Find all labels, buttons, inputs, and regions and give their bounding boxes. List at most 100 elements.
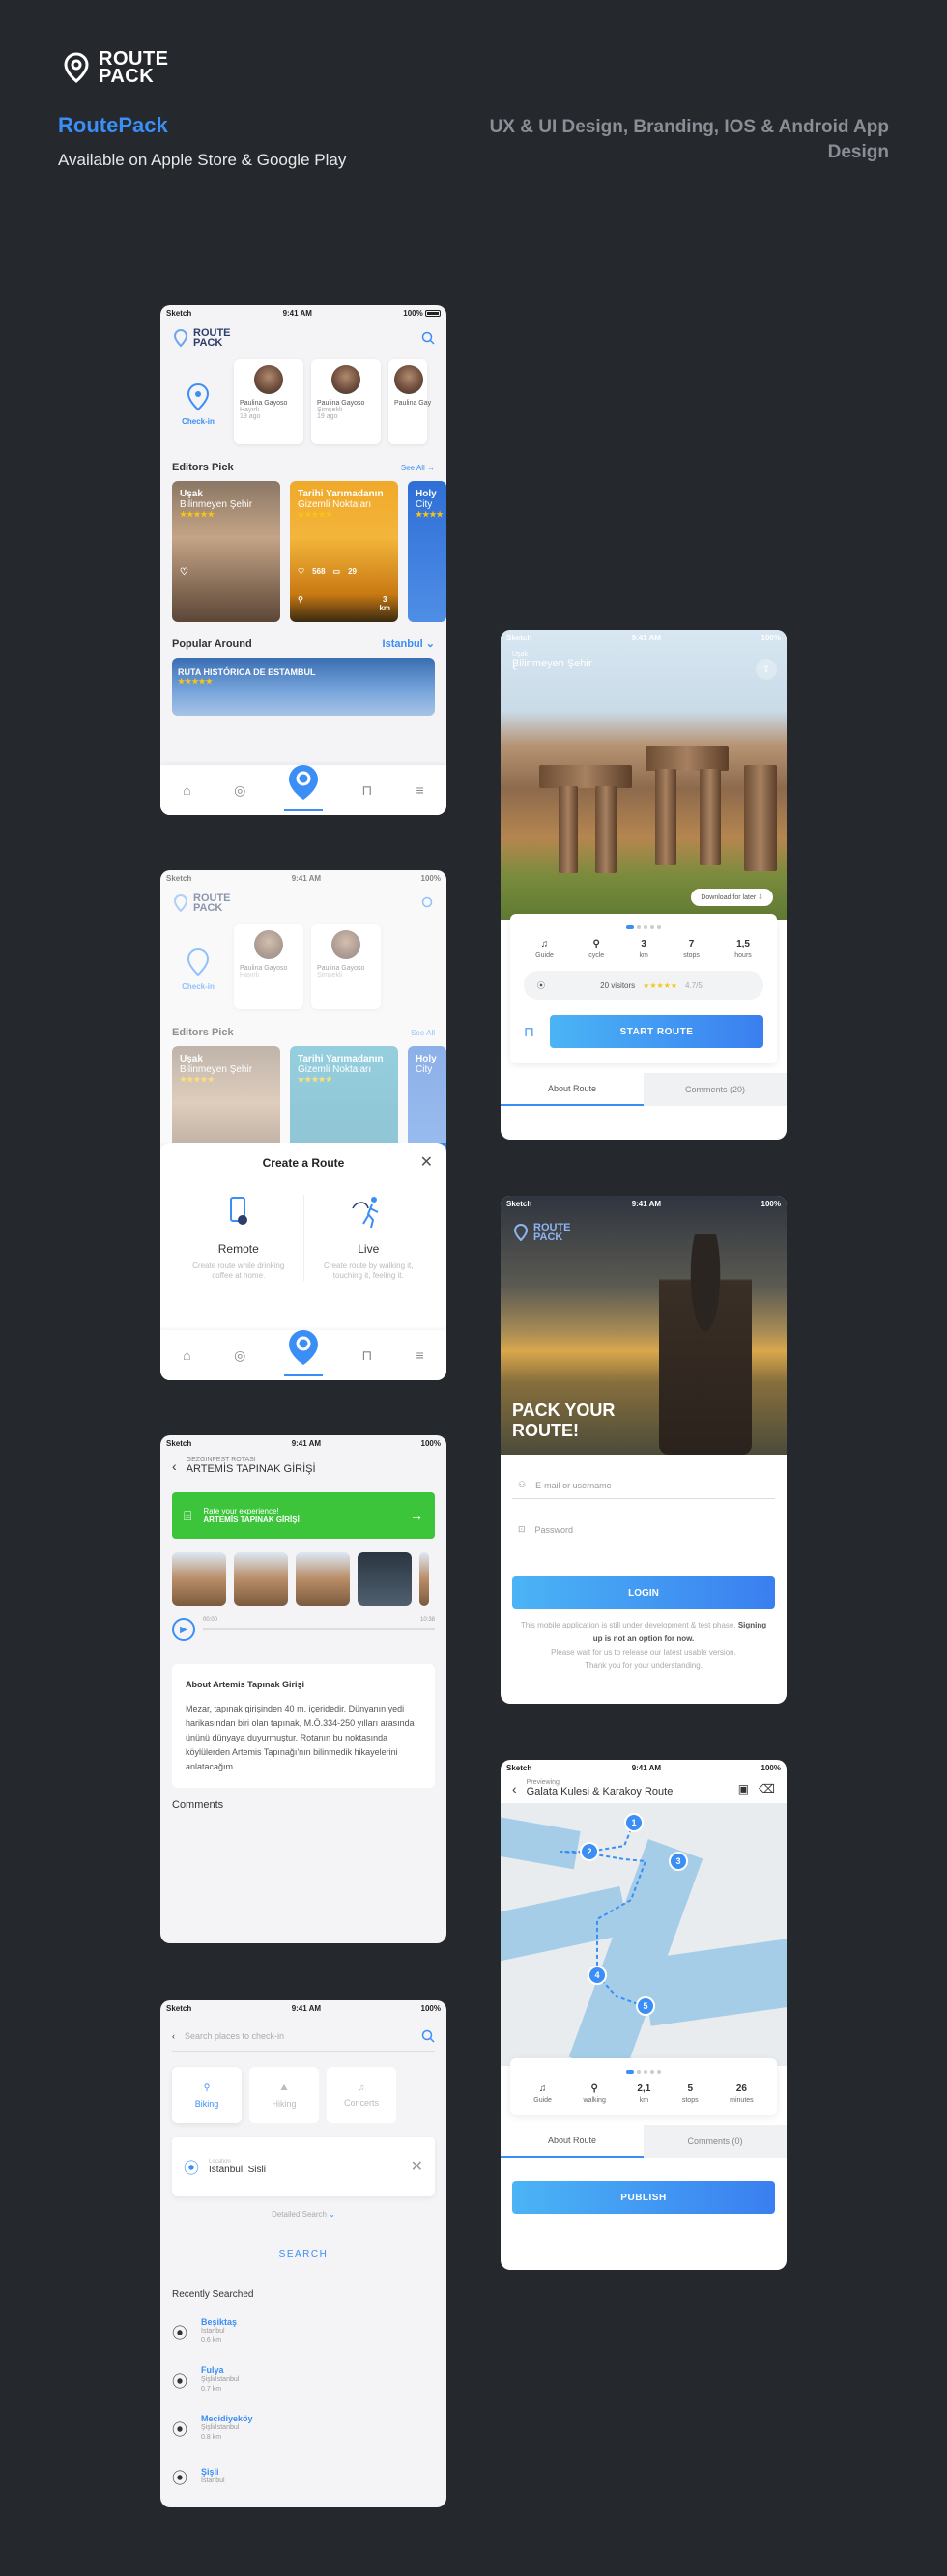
category-biking[interactable]: ⚲ Biking	[172, 2067, 242, 2123]
home-icon[interactable]: ⌂	[178, 781, 195, 799]
editor-card[interactable]: Uşak Bilinmeyen Şehir ★★★★★ ♡	[172, 481, 280, 622]
tab-comments[interactable]: Comments (0)	[644, 2125, 787, 2158]
back-arrow-icon[interactable]: ‹	[172, 1458, 177, 1474]
stat-label: Guide	[535, 952, 554, 959]
stat-label: stops	[683, 952, 700, 959]
download-button[interactable]: Download for later ⇩	[691, 889, 773, 906]
remote-option[interactable]: Remote Create route while drinking coffe…	[174, 1195, 303, 1281]
bookmark-icon[interactable]: ⊓	[524, 1024, 534, 1040]
back-arrow-icon[interactable]: ‹	[512, 1781, 517, 1797]
tab-comments[interactable]: Comments (20)	[644, 1073, 787, 1106]
category-concerts[interactable]: ♫ Concerts	[327, 2067, 396, 2123]
popular-card[interactable]: RUTA HISTÓRICA DE ESTAMBUL ★★★★★	[172, 658, 435, 716]
tab-about-route[interactable]: About Route	[501, 1073, 644, 1106]
see-all-link[interactable]: See All →	[401, 464, 435, 472]
editor-card[interactable]: Holy City ★★★★	[408, 481, 446, 622]
photo-thumb[interactable]	[234, 1552, 288, 1606]
bookmark-icon[interactable]: ⊓	[359, 781, 376, 799]
save-icon[interactable]: ▣	[738, 1782, 749, 1796]
download-icon: ⇩	[758, 894, 763, 901]
recent-name: Beşiktaş	[201, 2317, 238, 2327]
menu-icon[interactable]: ≡	[412, 1346, 429, 1364]
recent-item[interactable]: ⦿ Şişli İstanbul	[160, 2452, 446, 2501]
trash-icon[interactable]: ⌫	[759, 1782, 775, 1796]
create-route-icon[interactable]	[284, 1328, 323, 1367]
headphones-icon: ♫	[540, 939, 549, 949]
menu-icon[interactable]: ≡	[412, 781, 429, 799]
photo-thumb[interactable]	[419, 1552, 429, 1606]
clock: 9:41 AM	[631, 1763, 662, 1772]
close-icon[interactable]: ✕	[420, 1152, 433, 1172]
location-field[interactable]: ⦿ Location Istanbul, Sisli ✕	[172, 2137, 435, 2196]
tab-about-route[interactable]: About Route	[501, 2125, 644, 2158]
arrow-right-icon: →	[427, 463, 435, 472]
dim-overlay[interactable]	[160, 870, 446, 1143]
photo-thumb[interactable]	[172, 1552, 226, 1606]
bookmark-icon[interactable]: ⊓	[359, 1346, 376, 1364]
rate-experience-banner[interactable]: ⌸ Rate your experience! ARTEMİS TAPINAK G…	[172, 1492, 435, 1539]
email-field[interactable]: ⚇ E-mail or username	[512, 1472, 775, 1499]
photo-thumb[interactable]	[296, 1552, 350, 1606]
search-input[interactable]: ‹ Search places to check-in	[172, 2022, 435, 2052]
search-button[interactable]: SEARCH	[160, 2250, 446, 2260]
recent-item[interactable]: ⦿ Fulya Şişli/İstanbul 0.7 km	[160, 2356, 446, 2404]
stat-label: stops	[681, 2097, 699, 2104]
checkin-label: Check-in	[182, 416, 215, 426]
compass-icon[interactable]: ◎	[231, 1346, 248, 1364]
status-bar: Sketch 9:41 AM 100%	[501, 630, 787, 645]
editor-card[interactable]: Tarihi Yarımadanın Gizemli Noktaları ★★★★★…	[290, 481, 398, 622]
app-logo: ROUTE PACK	[512, 1223, 571, 1243]
photo-thumb[interactable]	[358, 1552, 412, 1606]
route-hero-image: Sketch 9:41 AM 100% Uşak Bilinmeyen Şehir ‹…	[501, 630, 787, 920]
active-tab-indicator	[284, 809, 323, 811]
compass-icon[interactable]: ◎	[231, 781, 248, 799]
clock: 9:41 AM	[631, 1199, 662, 1208]
search-icon[interactable]	[421, 331, 435, 345]
logo-pack: PACK	[193, 337, 223, 349]
popular-stars: ★★★★★	[178, 677, 213, 686]
route-marker[interactable]: 2	[580, 1842, 599, 1861]
category-hiking[interactable]: ⛰ Hiking	[249, 2067, 319, 2123]
person-card[interactable]: Paulina Gayoso Şimşekli 19 ago	[311, 359, 381, 444]
clear-icon[interactable]: ✕	[411, 2157, 423, 2176]
password-field[interactable]: ⊡ Password	[512, 1516, 775, 1543]
about-card: About Artemis Tapınak Girişi Mezar, tapı…	[172, 1664, 435, 1788]
headphones-icon: ♫	[538, 2083, 547, 2094]
route-marker[interactable]: 5	[636, 1996, 655, 2016]
create-route-icon[interactable]	[284, 763, 323, 802]
create-route-sheet: Create a Route ✕ Remote Create route whi…	[160, 1143, 446, 1330]
stat-value: 2,1	[637, 2083, 651, 2094]
detailed-search-toggle[interactable]: Detailed Search ⌄	[160, 2210, 446, 2219]
route-marker[interactable]: 4	[588, 1966, 607, 1985]
live-option[interactable]: Live Create route by walking it, touchin…	[302, 1195, 434, 1281]
route-marker[interactable]: 3	[669, 1852, 688, 1871]
publish-button[interactable]: PUBLISH	[512, 2181, 775, 2214]
play-icon[interactable]: ▶	[172, 1618, 195, 1641]
person-card[interactable]: Paulina Gay	[388, 359, 431, 444]
visitors-row: ⦿ 20 visitors ★★★★★ 4.7/5	[524, 971, 763, 1000]
status-bar: Sketch 9:41 AM 100%	[160, 1435, 446, 1451]
recent-item[interactable]: ⦿ Beşiktaş İstanbul 0.6 km	[160, 2307, 446, 2356]
city-selector[interactable]: Istanbul ⌄	[383, 637, 435, 650]
carrier: Sketch	[506, 1763, 532, 1772]
back-arrow-icon[interactable]: ‹	[512, 659, 517, 674]
route-marker[interactable]: 1	[624, 1813, 644, 1832]
battery-percent: 100%	[420, 1438, 441, 1448]
home-icon[interactable]: ⌂	[178, 1346, 195, 1364]
share-icon[interactable]: ⇪	[756, 659, 777, 680]
checkin-button[interactable]: Check-in	[170, 359, 226, 448]
audio-scrubber[interactable]: 00:00 10:38	[203, 1617, 435, 1630]
battery-percent: 100%	[403, 308, 423, 318]
bike-icon: ⚲	[203, 2081, 211, 2092]
person-card[interactable]: Paulina Gayoso Hayırlı 19 ago	[234, 359, 303, 444]
search-icon[interactable]	[421, 2029, 435, 2043]
person-time: 19 ago	[240, 413, 261, 420]
login-button[interactable]: LOGIN	[512, 1576, 775, 1609]
back-arrow-icon[interactable]: ‹	[172, 2031, 175, 2041]
popular-title: Popular Around	[172, 637, 252, 650]
app-logo[interactable]: ROUTE PACK	[172, 328, 231, 349]
start-route-button[interactable]: START ROUTE	[549, 1015, 763, 1048]
chevron-down-icon: ⌄	[425, 638, 435, 650]
recent-item[interactable]: ⦿ Mecidiyeköy Şişli/İstanbul 0.8 km	[160, 2404, 446, 2452]
route-map[interactable]: 1 2 3 4 5	[501, 1803, 787, 2066]
